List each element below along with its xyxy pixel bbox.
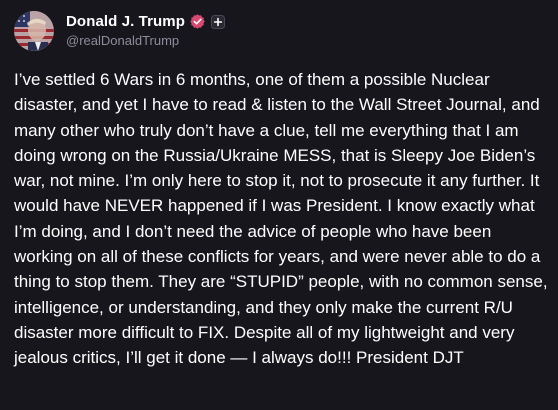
plus-box-icon[interactable] <box>211 14 226 29</box>
author-identity: Donald J. Trump @realDonaldTrump <box>66 13 226 50</box>
author-name-row: Donald J. Trump <box>66 13 226 31</box>
avatar[interactable] <box>14 11 54 51</box>
flag-portrait-avatar-icon <box>14 11 54 51</box>
verified-badge-icon <box>190 14 205 29</box>
post-body-text: I’ve settled 6 Wars in 6 months, one of … <box>14 70 548 368</box>
post-card: Donald J. Trump @realDonaldTrump I’ve se… <box>0 0 558 410</box>
author-display-name[interactable]: Donald J. Trump <box>66 13 185 31</box>
author-handle[interactable]: @realDonaldTrump <box>66 32 225 50</box>
post-header: Donald J. Trump @realDonaldTrump <box>14 8 558 54</box>
